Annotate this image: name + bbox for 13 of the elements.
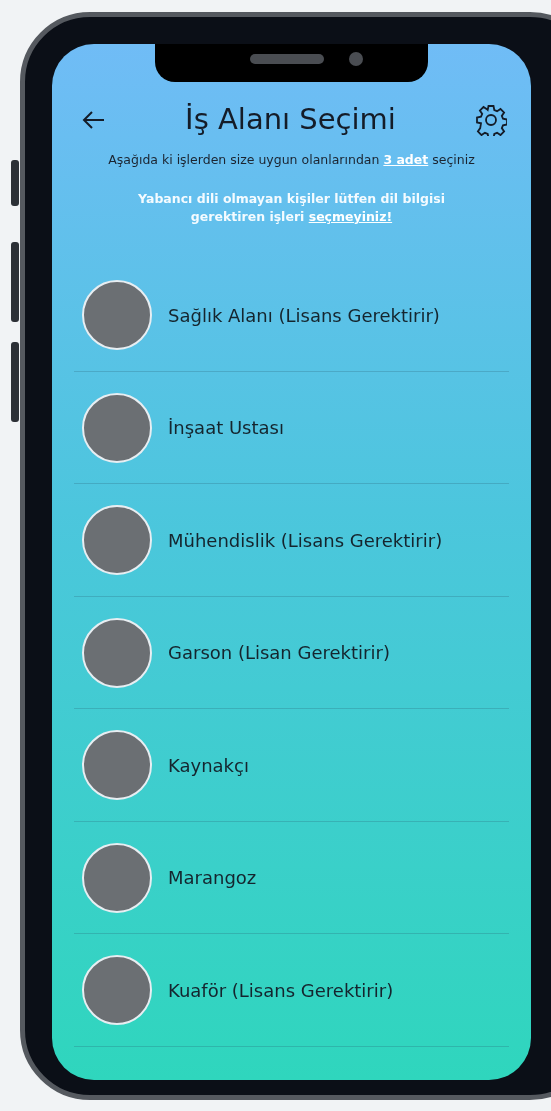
job-option[interactable]: Kuaför (Lisans Gerektirir) bbox=[168, 976, 394, 1004]
job-option[interactable]: Sağlık Alanı (Lisans Gerektirir) bbox=[168, 301, 440, 329]
job-option[interactable]: Marangoz bbox=[168, 864, 257, 892]
camera-dot bbox=[349, 52, 363, 66]
job-option[interactable]: İnşaat Ustası bbox=[168, 414, 284, 442]
job-option[interactable]: Garson (Lisan Gerektirir) bbox=[168, 639, 390, 667]
screen-title: İş Alanı Seçimi bbox=[185, 101, 396, 138]
back-arrow-icon[interactable] bbox=[82, 109, 106, 130]
job-option[interactable]: Kaynakçı bbox=[168, 751, 249, 779]
instruction-text: Aşağıda ki işlerden size uygun olanlarından 3 adet seçiniz bbox=[107, 150, 476, 169]
job-option[interactable]: Mühendislik (Lisans Gerektirir) bbox=[168, 526, 443, 554]
warning-text: Yabancı dili olmayan kişiler lütfen dil bilgisi gerektiren işleri seçmeyiniz! bbox=[137, 190, 446, 226]
settings-icon[interactable] bbox=[475, 103, 507, 136]
